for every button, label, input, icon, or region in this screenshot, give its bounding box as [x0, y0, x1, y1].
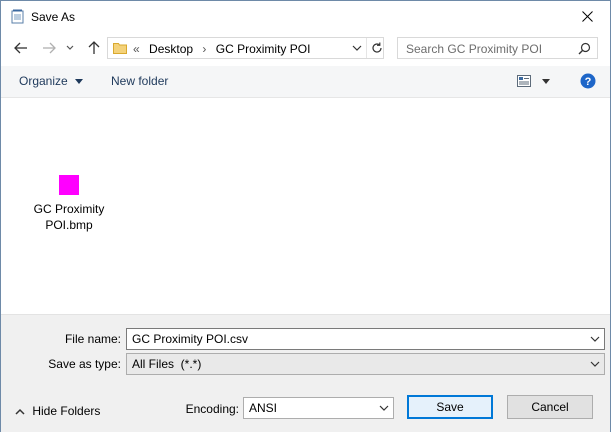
- organize-label: Organize: [19, 74, 68, 88]
- search-icon[interactable]: [578, 42, 591, 55]
- recent-locations-button[interactable]: [63, 38, 77, 58]
- encoding-value: ANSI: [249, 401, 278, 415]
- cancel-button[interactable]: Cancel: [507, 395, 593, 419]
- svg-text:?: ?: [585, 76, 592, 88]
- save-button-label: Save: [436, 400, 464, 414]
- new-folder-button[interactable]: New folder: [111, 74, 168, 88]
- save-as-dialog: Save As « Desktop › GC Proximity POI Sea…: [0, 0, 611, 432]
- new-folder-label: New folder: [111, 74, 169, 88]
- save-type-select[interactable]: All Files (*.*): [126, 353, 605, 375]
- command-toolbar: Organize New folder ?: [1, 66, 610, 98]
- organize-button[interactable]: Organize: [19, 74, 84, 88]
- notepad-icon: [11, 9, 24, 24]
- file-item-name-line2: POI.bmp: [45, 218, 93, 232]
- view-details-icon: [517, 75, 531, 87]
- arrow-right-icon: [43, 42, 56, 54]
- caret-down-icon: [75, 79, 84, 85]
- arrow-left-icon: [14, 42, 27, 54]
- file-list-area[interactable]: GC Proximity POI.bmp: [1, 98, 610, 314]
- file-item[interactable]: GC Proximity POI.bmp: [29, 175, 109, 233]
- arrow-up-icon: [88, 41, 100, 54]
- close-icon: [581, 11, 593, 22]
- view-options-button[interactable]: [517, 75, 555, 89]
- title-bar: Save As: [1, 1, 610, 32]
- save-options-panel: File name: GC Proximity POI.csv Save as …: [1, 314, 610, 432]
- forward-button[interactable]: [39, 38, 59, 58]
- hide-folders-label: Hide Folders: [32, 404, 101, 418]
- breadcrumb-separator-icon[interactable]: ›: [202, 42, 206, 56]
- search-box[interactable]: Search GC Proximity POI: [397, 37, 598, 59]
- search-placeholder[interactable]: Search GC Proximity POI: [406, 42, 542, 56]
- refresh-icon: [371, 42, 382, 53]
- bitmap-thumbnail-icon: [59, 175, 79, 195]
- navigation-bar: « Desktop › GC Proximity POI Search GC P…: [1, 32, 610, 66]
- address-bar[interactable]: « Desktop › GC Proximity POI: [107, 37, 384, 59]
- breadcrumb-current-folder[interactable]: GC Proximity POI: [216, 42, 311, 56]
- encoding-select[interactable]: ANSI: [243, 397, 394, 419]
- file-name-value[interactable]: GC Proximity POI.csv: [132, 332, 248, 346]
- refresh-button[interactable]: [366, 38, 386, 58]
- folder-icon: [113, 43, 127, 54]
- window-title: Save As: [31, 10, 76, 24]
- close-button[interactable]: [564, 1, 610, 32]
- file-name-label: File name:: [64, 332, 121, 346]
- help-button[interactable]: ?: [580, 73, 596, 89]
- save-type-label: Save as type:: [48, 357, 121, 371]
- help-icon: ?: [580, 73, 596, 89]
- address-dropdown-icon[interactable]: [351, 42, 363, 54]
- up-button[interactable]: [84, 38, 104, 58]
- caret-down-icon: [542, 79, 550, 84]
- save-type-value: All Files (*.*): [132, 357, 202, 371]
- chevron-down-icon: [590, 361, 600, 367]
- back-button[interactable]: [11, 38, 31, 58]
- encoding-label: Encoding:: [185, 402, 239, 416]
- chevron-up-icon: [15, 409, 25, 415]
- breadcrumb-overflow[interactable]: «: [133, 42, 140, 56]
- chevron-down-icon: [379, 405, 389, 411]
- breadcrumb-desktop[interactable]: Desktop: [149, 42, 193, 56]
- hide-folders-button[interactable]: Hide Folders: [15, 404, 100, 418]
- save-button[interactable]: Save: [407, 395, 493, 419]
- chevron-down-icon[interactable]: [589, 333, 601, 345]
- chevron-down-icon: [66, 45, 74, 50]
- file-name-field[interactable]: GC Proximity POI.csv: [126, 328, 605, 350]
- file-item-name-line1: GC Proximity: [33, 202, 105, 216]
- cancel-button-label: Cancel: [531, 400, 569, 414]
